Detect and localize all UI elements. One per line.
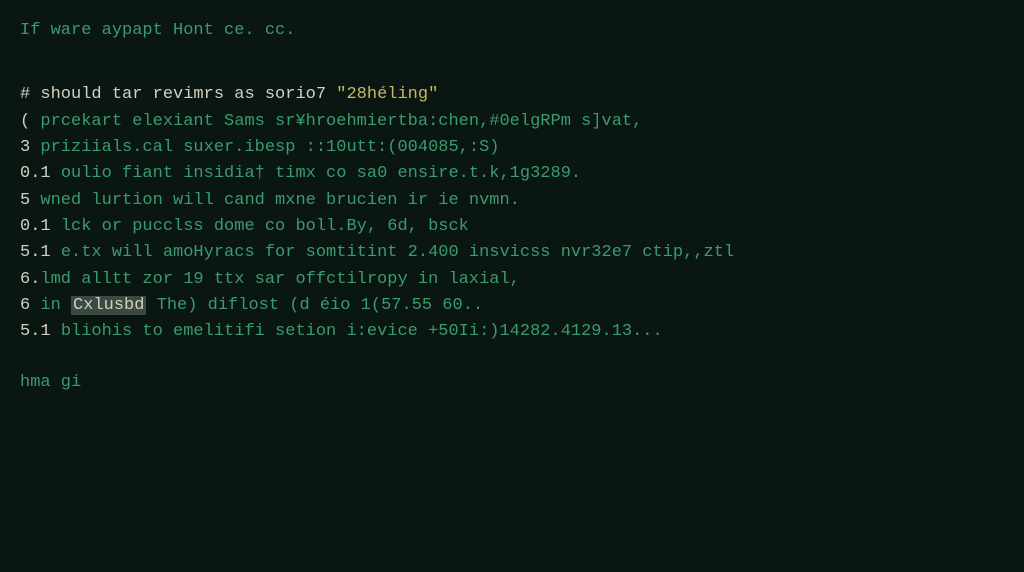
line-text: priziials.cal suxer.ibesp ::10utt:(00408… — [40, 138, 499, 157]
line-prefix: 5.1 — [20, 243, 61, 262]
line-prefix: 5.1 — [20, 322, 61, 341]
output-line-10: 5.1 bliohis to emelitifi setion i:evice … — [20, 319, 1004, 345]
line-text: prcekart elexiant Sams sr¥hroehmiertba:c… — [40, 112, 642, 131]
output-line-2: ( prcekart elexiant Sams sr¥hroehmiertba… — [20, 109, 1004, 135]
line-text: wned lurtion will cand mxne brucien ir i… — [40, 191, 519, 210]
output-line-6: 0.1 lck or pucclss dome co boll.By, 6d, … — [20, 214, 1004, 240]
line-text-white: should tar revimrs as sorio7 — [40, 85, 336, 104]
output-line-4: 0.1 oulio fiant insidia† timx co sa0 ens… — [20, 161, 1004, 187]
line-prefix: 6. — [20, 270, 40, 289]
line-text: lmd alltt zor 19 ttx sar offctilropy in … — [40, 270, 519, 289]
output-line-7: 5.1 e.tx will amoHyracs for somtitint 2.… — [20, 240, 1004, 266]
terminal-output[interactable]: If ware aypapt Hont ce. cc. # should tar… — [20, 18, 1004, 396]
output-line-9: 6 in Cxlusbd The) diflost (d éio 1(57.55… — [20, 293, 1004, 319]
line-prefix: ( — [20, 112, 40, 131]
line-text: bliohis to emelitifi setion i:evice +50I… — [61, 322, 663, 341]
line-prefix: 5 — [20, 191, 40, 210]
line-text-yellow: "28héling" — [336, 85, 438, 104]
line-prefix: # — [20, 85, 40, 104]
line-text: oulio fiant insidia† timx co sa0 ensire.… — [61, 164, 581, 183]
line-prefix: 6 — [20, 296, 40, 315]
line-prefix: 0.1 — [20, 217, 61, 236]
output-line-8: 6.lmd alltt zor 19 ttx sar offctilropy i… — [20, 267, 1004, 293]
line-text: in — [40, 296, 71, 315]
line-text: e.tx will amoHyracs for somtitint 2.400 … — [61, 243, 734, 262]
line-text: lck or pucclss dome co boll.By, 6d, bsck — [61, 217, 469, 236]
line-prefix: 0.1 — [20, 164, 61, 183]
prompt-line[interactable]: hma gi — [20, 370, 1004, 396]
header-line: If ware aypapt Hont ce. cc. — [20, 18, 1004, 44]
line-prefix: 3 — [20, 138, 40, 157]
output-line-1: # should tar revimrs as sorio7 "28héling… — [20, 82, 1004, 108]
output-line-3: 3 priziials.cal suxer.ibesp ::10utt:(004… — [20, 135, 1004, 161]
highlighted-text: Cxlusbd — [71, 296, 146, 315]
line-text: The) diflost (d éio 1(57.55 60.. — [146, 296, 483, 315]
output-line-5: 5 wned lurtion will cand mxne brucien ir… — [20, 188, 1004, 214]
